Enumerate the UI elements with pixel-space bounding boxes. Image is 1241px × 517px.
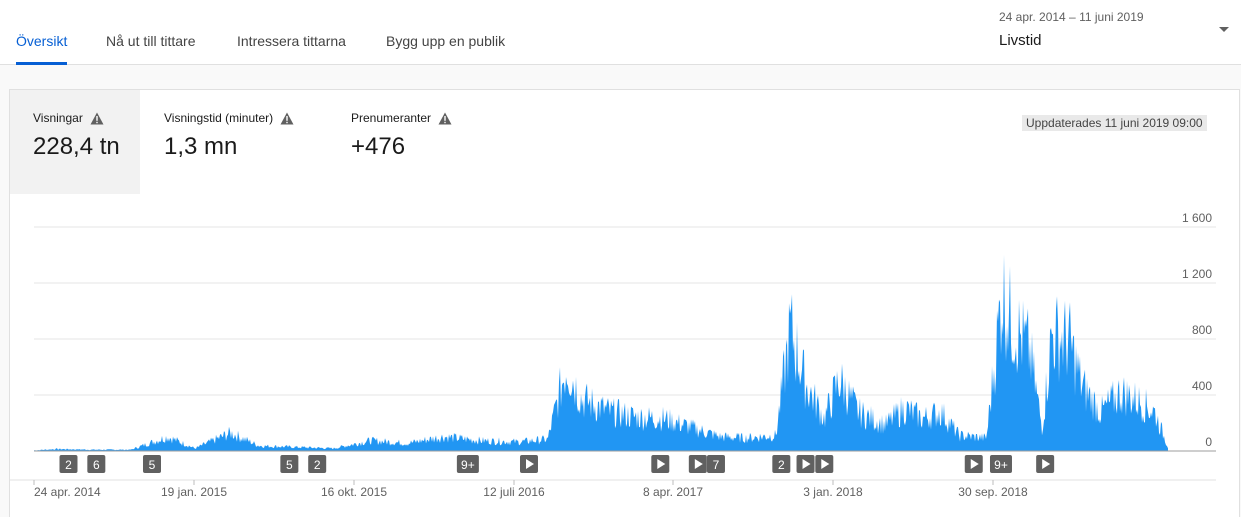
views-series-area[interactable] xyxy=(34,254,1168,451)
video-marker[interactable] xyxy=(688,455,707,473)
views-chart[interactable]: 1 600 1 200 800 400 0 2 6 5 5 2 9+ 7 2 9+ 24 apr. 2014… xyxy=(10,90,1239,517)
video-marker[interactable] xyxy=(519,455,538,473)
event-marker[interactable]: 2 xyxy=(59,455,78,473)
x-tick-label: 8 apr. 2017 xyxy=(643,485,703,499)
marker-count: 9+ xyxy=(461,458,475,472)
date-range-text: 24 apr. 2014 – 11 juni 2019 xyxy=(999,10,1144,24)
dropdown-arrow-icon[interactable] xyxy=(1214,24,1234,36)
event-marker[interactable]: 5 xyxy=(142,455,161,473)
video-marker[interactable] xyxy=(964,455,983,473)
x-tick-label: 30 sep. 2018 xyxy=(958,485,1028,499)
video-marker[interactable] xyxy=(796,455,815,473)
x-tick-label: 24 apr. 2014 xyxy=(34,485,101,499)
tab-intressera-tittarna[interactable]: Intressera tittarna xyxy=(237,33,346,49)
analytics-card: Visningar 228,4 tn Visningstid (minuter)… xyxy=(9,89,1240,517)
video-marker[interactable] xyxy=(815,455,834,473)
event-marker[interactable]: 2 xyxy=(772,455,791,473)
tab-na-ut-till-tittare[interactable]: Nå ut till tittare xyxy=(106,33,195,49)
marker-count: 2 xyxy=(778,458,785,472)
x-tick-label: 16 okt. 2015 xyxy=(321,485,387,499)
x-tick-label: 12 juli 2016 xyxy=(483,485,545,499)
video-marker[interactable] xyxy=(651,455,670,473)
marker-count: 9+ xyxy=(994,458,1008,472)
active-tab-indicator xyxy=(16,62,67,65)
period-selector[interactable]: Livstid xyxy=(999,32,1042,49)
y-tick-label: 400 xyxy=(1192,379,1212,393)
event-marker[interactable]: 2 xyxy=(308,455,327,473)
x-tick-label: 3 jan. 2018 xyxy=(803,485,863,499)
y-tick-label: 800 xyxy=(1192,323,1212,337)
marker-count: 2 xyxy=(65,458,72,472)
event-marker[interactable]: 9+ xyxy=(456,455,479,473)
marker-count: 2 xyxy=(314,458,321,472)
event-marker[interactable]: 6 xyxy=(87,455,106,473)
marker-count: 7 xyxy=(713,458,720,472)
x-tick-label: 19 jan. 2015 xyxy=(161,485,227,499)
event-marker[interactable]: 9+ xyxy=(989,455,1012,473)
event-marker[interactable]: 7 xyxy=(706,455,725,473)
tab-oversikt[interactable]: Översikt xyxy=(16,33,67,49)
y-tick-label: 0 xyxy=(1205,435,1212,449)
event-marker[interactable]: 5 xyxy=(280,455,299,473)
marker-count: 6 xyxy=(93,458,100,472)
y-tick-label: 1 200 xyxy=(1182,267,1212,281)
marker-count: 5 xyxy=(149,458,156,472)
y-tick-label: 1 600 xyxy=(1182,211,1212,225)
video-marker[interactable] xyxy=(1036,455,1055,473)
tab-bygg-upp-en-publik[interactable]: Bygg upp en publik xyxy=(386,33,505,49)
top-tab-bar: Översikt Nå ut till tittare Intressera t… xyxy=(0,0,1241,65)
marker-count: 5 xyxy=(286,458,293,472)
